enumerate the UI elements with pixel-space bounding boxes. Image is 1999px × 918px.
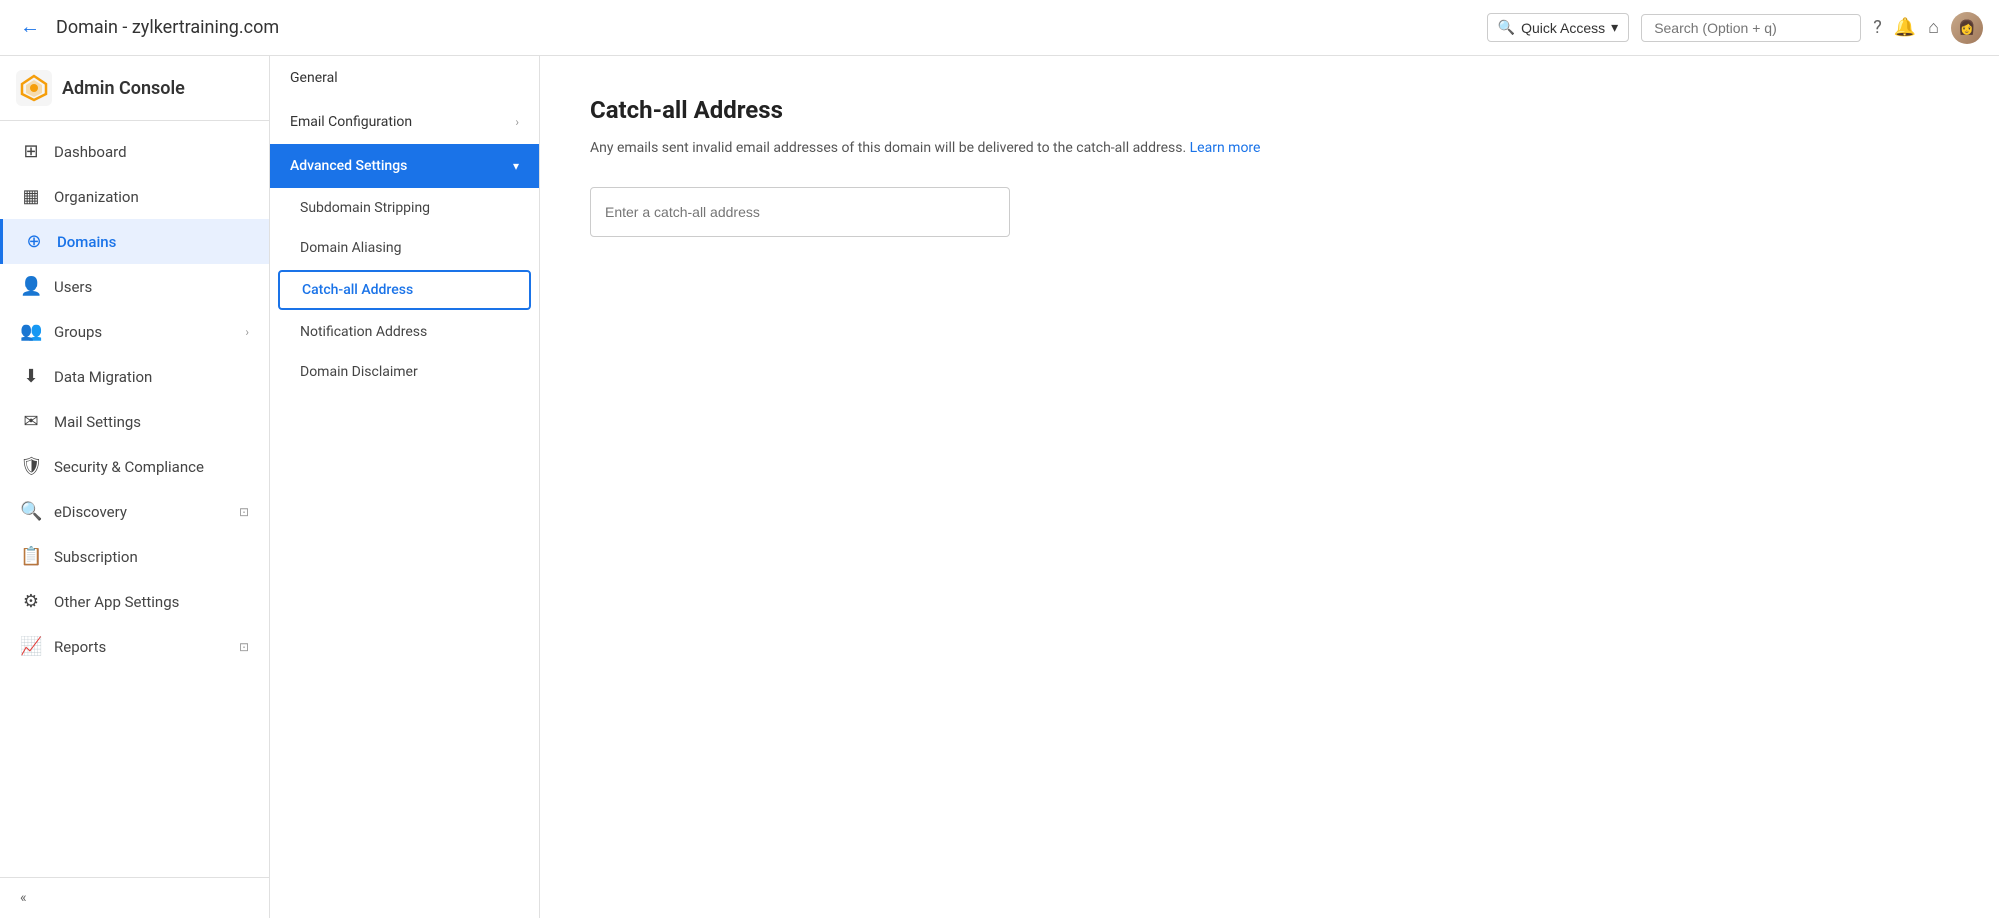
domain-title: Domain - zylkertraining.com (56, 17, 279, 38)
help-icon[interactable]: ? (1873, 17, 1882, 38)
sidebar-item-label: Security & Compliance (54, 458, 204, 476)
organization-icon: ▦ (20, 186, 42, 207)
secondary-sub-domain-disclaimer[interactable]: Domain Disclaimer (270, 352, 539, 392)
secondary-sub-domain-aliasing[interactable]: Domain Aliasing (270, 228, 539, 268)
secondary-sub-label: Notification Address (300, 324, 427, 340)
sidebar-item-security[interactable]: 🛡 Security & Compliance (0, 444, 269, 489)
sidebar-nav: ⊞ Dashboard ▦ Organization ⊕ Domains 👤 U… (0, 121, 269, 877)
secondary-nav-label: Email Configuration (290, 114, 412, 130)
back-button[interactable]: ← (16, 12, 44, 43)
sidebar-item-label: Users (54, 278, 92, 296)
secondary-sub-notification-address[interactable]: Notification Address (270, 312, 539, 352)
secondary-sidebar: General Email Configuration › Advanced S… (270, 56, 540, 918)
sidebar-item-ediscovery[interactable]: 🔍 eDiscovery ⊡ (0, 489, 269, 534)
secondary-sub-label: Domain Disclaimer (300, 364, 418, 380)
mail-icon: ✉ (20, 411, 42, 432)
sidebar-item-label: Reports (54, 638, 106, 656)
content-area: Catch-all Address Any emails sent invali… (540, 56, 1999, 918)
dashboard-icon: ⊞ (20, 141, 42, 162)
sidebar-item-reports[interactable]: 📈 Reports ⊡ (0, 624, 269, 669)
sidebar-item-groups[interactable]: 👥 Groups › (0, 309, 269, 354)
sidebar-item-label: Organization (54, 188, 139, 206)
left-sidebar: Admin Console ⊞ Dashboard ▦ Organization… (0, 56, 270, 918)
ediscovery-icon: 🔍 (20, 501, 42, 522)
chevron-down-icon: ▾ (1611, 19, 1618, 36)
search-input[interactable] (1641, 14, 1861, 42)
external-link-icon: ⊡ (239, 505, 249, 519)
sidebar-item-domains[interactable]: ⊕ Domains (0, 219, 269, 264)
sidebar-item-organization[interactable]: ▦ Organization (0, 174, 269, 219)
sidebar-item-label: Domains (57, 233, 116, 251)
content-description: Any emails sent invalid email addresses … (590, 138, 1949, 159)
reports-icon: 📈 (20, 636, 42, 657)
users-icon: 👤 (20, 276, 42, 297)
sidebar-item-label: Other App Settings (54, 593, 179, 611)
secondary-sub-label: Catch-all Address (302, 282, 413, 298)
sidebar-app-name: Admin Console (62, 78, 185, 99)
main-layout: Admin Console ⊞ Dashboard ▦ Organization… (0, 56, 1999, 918)
subscription-icon: 📋 (20, 546, 42, 567)
sidebar-item-label: Dashboard (54, 143, 127, 161)
sidebar-item-data-migration[interactable]: ⬇ Data Migration (0, 354, 269, 399)
secondary-sub-catch-all[interactable]: Catch-all Address (278, 270, 531, 310)
secondary-nav-label: Advanced Settings (290, 158, 407, 174)
secondary-sub-subdomain-stripping[interactable]: Subdomain Stripping (270, 188, 539, 228)
secondary-nav-advanced-settings[interactable]: Advanced Settings ▾ (270, 144, 539, 188)
page-title: Catch-all Address (590, 96, 1949, 124)
secondary-sub-label: Subdomain Stripping (300, 200, 430, 216)
shield-icon: 🛡 (20, 456, 42, 477)
search-icon: 🔍 (1498, 19, 1515, 36)
sidebar-item-other-app[interactable]: ⚙ Other App Settings (0, 579, 269, 624)
collapse-icon: « (20, 890, 27, 906)
home-icon[interactable]: ⌂ (1928, 17, 1939, 38)
sidebar-item-label: Data Migration (54, 368, 152, 386)
quick-access-button[interactable]: 🔍 Quick Access ▾ (1487, 13, 1630, 42)
settings-icon: ⚙ (20, 591, 42, 612)
chevron-right-icon: › (245, 325, 249, 339)
sidebar-item-label: Subscription (54, 548, 138, 566)
sidebar-item-mail-settings[interactable]: ✉ Mail Settings (0, 399, 269, 444)
secondary-nav-email-config[interactable]: Email Configuration › (270, 100, 539, 144)
sidebar-item-label: Mail Settings (54, 413, 141, 431)
sidebar-item-subscription[interactable]: 📋 Subscription (0, 534, 269, 579)
sidebar-item-users[interactable]: 👤 Users (0, 264, 269, 309)
header-right: 🔍 Quick Access ▾ ? 🔔 ⌂ 👩 (1487, 12, 1983, 44)
secondary-nav-general[interactable]: General (270, 56, 539, 100)
logo-icon (16, 70, 52, 106)
secondary-sub-label: Domain Aliasing (300, 240, 401, 256)
chevron-down-icon: ▾ (513, 159, 519, 173)
top-header: ← Domain - zylkertraining.com 🔍 Quick Ac… (0, 0, 1999, 56)
avatar[interactable]: 👩 (1951, 12, 1983, 44)
secondary-nav-label: General (290, 70, 338, 86)
quick-access-label: Quick Access (1521, 20, 1605, 36)
data-migration-icon: ⬇ (20, 366, 42, 387)
sidebar-logo: Admin Console (0, 56, 269, 121)
sidebar-item-label: Groups (54, 323, 102, 341)
sidebar-item-dashboard[interactable]: ⊞ Dashboard (0, 129, 269, 174)
domains-icon: ⊕ (23, 231, 45, 252)
external-link-icon: ⊡ (239, 640, 249, 654)
notification-icon[interactable]: 🔔 (1894, 17, 1916, 38)
chevron-right-icon: › (515, 115, 519, 129)
groups-icon: 👥 (20, 321, 42, 342)
sidebar-collapse-button[interactable]: « (0, 877, 269, 918)
catch-all-address-input[interactable] (590, 187, 1010, 237)
sidebar-item-label: eDiscovery (54, 503, 127, 521)
learn-more-link[interactable]: Learn more (1190, 140, 1261, 156)
